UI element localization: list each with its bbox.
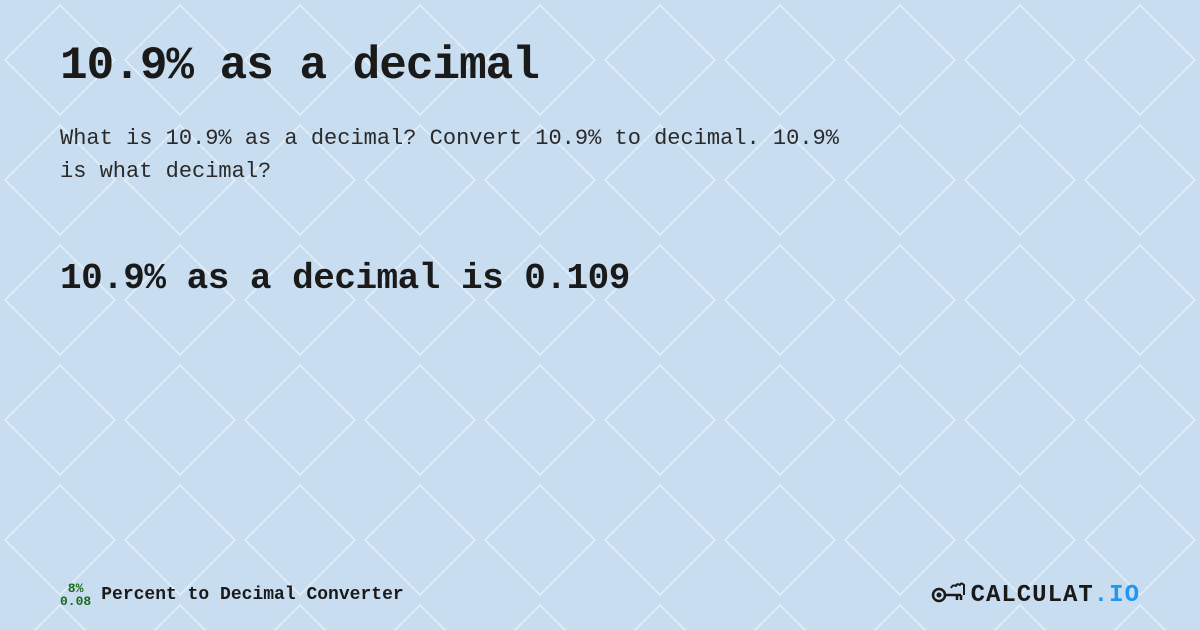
page-title: 10.9% as a decimal bbox=[60, 40, 1140, 92]
result-section: 10.9% as a decimal is 0.109 bbox=[60, 258, 1140, 299]
page-description: What is 10.9% as a decimal? Convert 10.9… bbox=[60, 122, 860, 188]
result-text: 10.9% as a decimal is 0.109 bbox=[60, 258, 1140, 299]
